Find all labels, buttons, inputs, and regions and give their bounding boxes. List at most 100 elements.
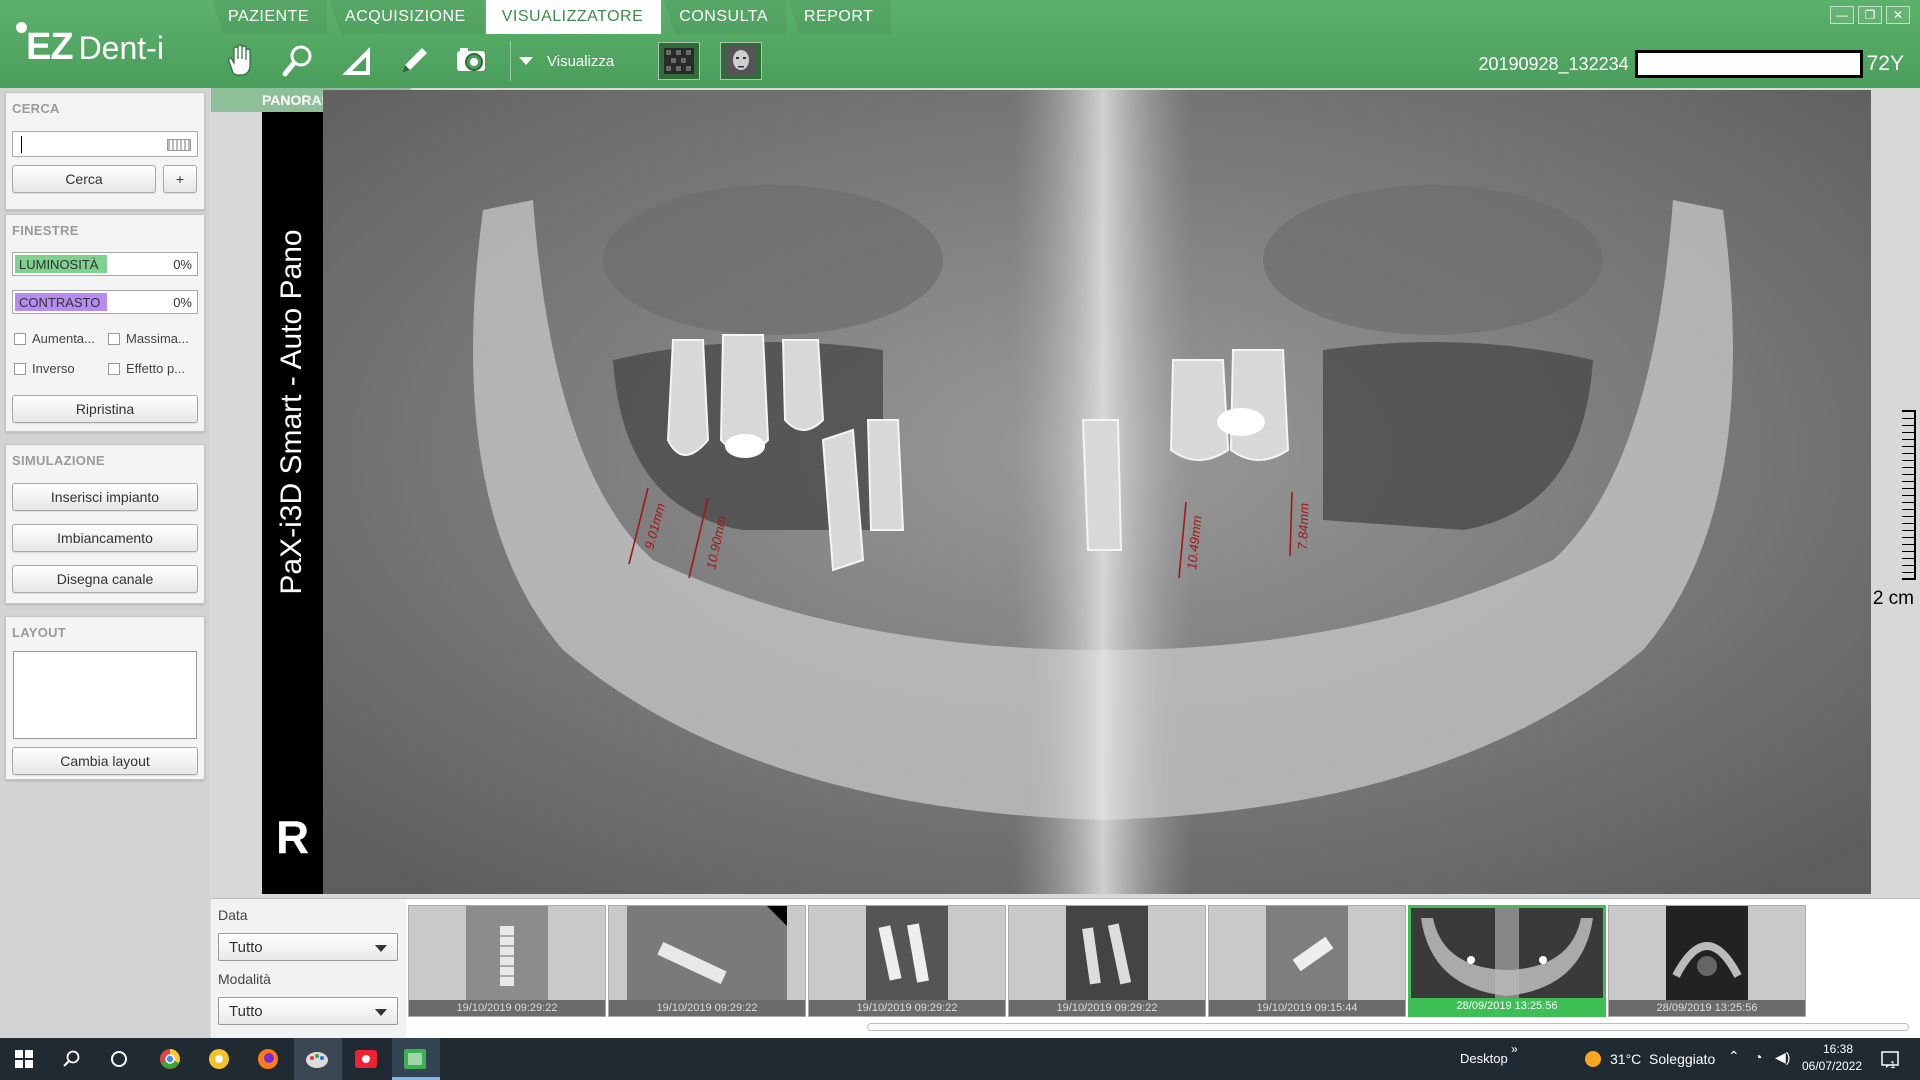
study-id: 20190928_132234 xyxy=(1478,53,1629,74)
device-label-strip: PaX-i3D Smart - Auto Pano R xyxy=(262,112,323,894)
keyboard-icon[interactable] xyxy=(167,139,191,151)
thumbnail-date: 19/10/2019 09:29:22 xyxy=(1009,1000,1205,1016)
chevron-down-icon xyxy=(375,1009,387,1016)
thumbnail-3[interactable]: 19/10/2019 09:29:22 xyxy=(808,905,1006,1017)
grid-view-icon[interactable] xyxy=(658,42,701,80)
windows-title: FINESTRE xyxy=(12,223,79,238)
patient-age: 72Y xyxy=(1866,52,1904,75)
magnifier-icon[interactable] xyxy=(274,39,322,83)
app-header: EZ Dent-i PAZIENTE ACQUISIZIONE VISUALIZ… xyxy=(0,0,1920,88)
thumbnail-5[interactable]: 19/10/2019 09:15:44 xyxy=(1208,905,1406,1017)
panoramic-xray-image[interactable]: 9.01mm 10.90mm 10.49mm 7.84mm xyxy=(323,90,1871,894)
contrast-value: 0% xyxy=(173,295,192,310)
notification-count: 1 xyxy=(1890,1060,1896,1071)
chevron-down-icon xyxy=(519,57,533,65)
face-scan-icon[interactable] xyxy=(720,42,763,80)
app-logo: EZ Dent-i xyxy=(14,22,164,76)
brightness-value: 0% xyxy=(173,257,192,272)
tab-consulta[interactable]: CONSULTA xyxy=(663,0,787,34)
search-title: CERCA xyxy=(12,101,60,116)
clock-time[interactable]: 16:38 xyxy=(1816,1042,1860,1056)
patient-name-redacted xyxy=(1634,50,1863,78)
thumbnail-date: 28/09/2019 13:25:56 xyxy=(1609,1000,1805,1016)
chevron-right-icon[interactable]: » xyxy=(1511,1042,1518,1056)
speaker-icon[interactable]: ◀) xyxy=(1775,1049,1790,1066)
layout-title: LAYOUT xyxy=(12,625,67,640)
logo-main: EZ xyxy=(26,26,74,68)
viewer-toolbar: Visualizza xyxy=(216,38,782,84)
thumbnail-date: 19/10/2019 09:29:22 xyxy=(809,1000,1005,1016)
thumbnail-date: 28/09/2019 13:25:56 xyxy=(1411,998,1603,1014)
thumbnail-scrollbar[interactable] xyxy=(867,1023,1909,1031)
search-input[interactable] xyxy=(12,131,198,157)
tray-chevron-up-icon[interactable]: ⌃ xyxy=(1728,1048,1740,1065)
desktop-toolbar-label[interactable]: Desktop xyxy=(1460,1051,1508,1066)
checkbox-inverso[interactable]: Inverso xyxy=(14,361,75,376)
date-filter-select[interactable]: Tutto xyxy=(218,933,398,961)
checkbox-massima[interactable]: Massima... xyxy=(108,331,189,346)
video-app-icon[interactable] xyxy=(351,1044,381,1074)
hand-icon[interactable] xyxy=(216,39,264,83)
pencil-icon[interactable] xyxy=(390,39,438,83)
chrome-canary-icon[interactable] xyxy=(204,1044,234,1074)
contrast-slider[interactable]: CONTRASTO 0% xyxy=(12,290,198,314)
thumbnail-1[interactable]: 19/10/2019 09:29:22 xyxy=(408,905,606,1017)
layout-preview[interactable] xyxy=(13,651,197,739)
task-view-icon[interactable] xyxy=(104,1044,134,1074)
measurement-4[interactable]: 7.84mm xyxy=(1295,502,1312,550)
sun-weather-icon[interactable] xyxy=(1578,1044,1608,1074)
view-dropdown[interactable]: Visualizza xyxy=(519,53,614,70)
thumbnail-date: 19/10/2019 09:29:22 xyxy=(409,1000,605,1016)
side-marker: R xyxy=(276,811,310,863)
clock-date[interactable]: 06/07/2022 xyxy=(1802,1059,1862,1073)
windows-start-icon[interactable] xyxy=(9,1044,39,1074)
tab-paziente[interactable]: PAZIENTE xyxy=(212,0,328,34)
search-icon[interactable] xyxy=(57,1044,87,1074)
wifi-icon[interactable]: ◔ xyxy=(1754,1049,1762,1065)
angle-ruler-icon[interactable] xyxy=(332,39,380,83)
add-search-button[interactable]: + xyxy=(163,165,197,193)
logo-sub: Dent-i xyxy=(78,30,164,66)
simulation-section: SIMULAZIONE Inserisci impianto Imbiancam… xyxy=(5,444,205,604)
camera-capture-icon[interactable] xyxy=(448,39,496,83)
image-viewer: PANORAMICA PaX-i3D Smart - Auto Pano R 9… xyxy=(211,88,1920,898)
simulation-title: SIMULAZIONE xyxy=(12,453,105,468)
weather-text[interactable]: 31°C Soleggiato xyxy=(1610,1051,1715,1067)
chrome-icon[interactable] xyxy=(155,1044,185,1074)
thumbnail-date: 19/10/2019 09:29:22 xyxy=(609,1000,805,1016)
modality-filter-select[interactable]: Tutto xyxy=(218,997,398,1025)
thumbnail-2[interactable]: 19/10/2019 09:29:22 xyxy=(608,905,806,1017)
search-section: CERCA Cerca + xyxy=(5,92,205,210)
thumbnail-6-selected[interactable]: 28/09/2019 13:25:56 xyxy=(1408,905,1606,1017)
scale-label: 2 cm xyxy=(1872,588,1914,609)
left-panel: CERCA Cerca + FINESTRE LUMINOSITÀ 0% CON… xyxy=(0,88,210,1038)
view-dropdown-label: Visualizza xyxy=(547,52,615,70)
thumbnail-4[interactable]: 19/10/2019 09:29:22 xyxy=(1008,905,1206,1017)
reset-button[interactable]: Ripristina xyxy=(12,395,198,423)
insert-implant-button[interactable]: Inserisci impianto xyxy=(12,483,198,511)
chevron-down-icon xyxy=(375,945,387,952)
close-button[interactable]: ✕ xyxy=(1886,6,1910,24)
tab-visualizzatore[interactable]: VISUALIZZATORE xyxy=(485,0,662,34)
tab-acquisizione[interactable]: ACQUISIZIONE xyxy=(329,0,484,34)
maximize-button[interactable]: ❐ xyxy=(1858,6,1882,24)
paint-app-icon[interactable] xyxy=(302,1044,332,1074)
checkbox-aumenta[interactable]: Aumenta... xyxy=(14,331,95,346)
change-layout-button[interactable]: Cambia layout xyxy=(12,747,198,775)
search-button[interactable]: Cerca xyxy=(12,165,156,193)
layout-section: LAYOUT Cambia layout xyxy=(5,616,205,780)
brightness-slider[interactable]: LUMINOSITÀ 0% xyxy=(12,252,198,276)
thumbnail-7[interactable]: 28/09/2019 13:25:56 xyxy=(1608,905,1806,1017)
main-tabs: PAZIENTE ACQUISIZIONE VISUALIZZATORE CON… xyxy=(212,0,893,34)
date-filter-label: Data xyxy=(218,907,248,923)
patient-info: 20190928_132234 72Y xyxy=(1478,50,1904,78)
checkbox-effetto[interactable]: Effetto p... xyxy=(108,361,185,376)
whitening-button[interactable]: Imbiancamento xyxy=(12,524,198,552)
ezdent-app-icon[interactable] xyxy=(400,1044,430,1074)
tab-report[interactable]: REPORT xyxy=(788,0,892,34)
device-label: PaX-i3D Smart - Auto Pano xyxy=(275,229,308,595)
minimize-button[interactable]: — xyxy=(1830,6,1854,24)
windows-section: FINESTRE LUMINOSITÀ 0% CONTRASTO 0% Aume… xyxy=(5,214,205,432)
firefox-icon[interactable] xyxy=(253,1044,283,1074)
draw-canal-button[interactable]: Disegna canale xyxy=(12,565,198,593)
